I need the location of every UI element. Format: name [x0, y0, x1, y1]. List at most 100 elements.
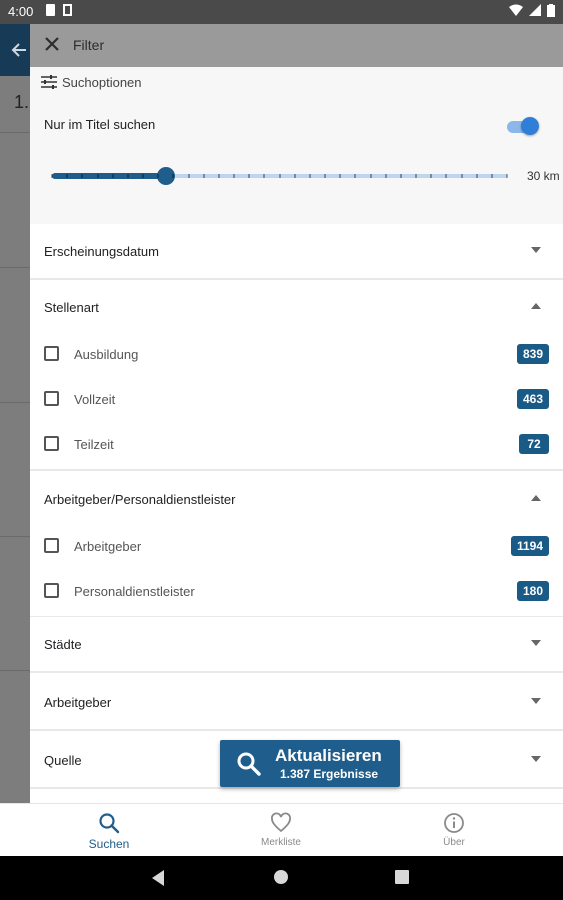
title-only-label: Nur im Titel suchen [44, 117, 156, 132]
slider-tick [370, 174, 372, 178]
filter-item-vollzeit[interactable]: Vollzeit 463 [30, 379, 563, 424]
search-icon [99, 813, 120, 834]
system-recents-button[interactable] [395, 870, 409, 884]
filter-sheet: Filter Suchoptionen Nur im Titel suchen … [30, 24, 563, 803]
slider-tick [279, 174, 281, 178]
slider-tick [309, 174, 311, 178]
section-header-arbeitgeber-personaldienstleister[interactable]: Arbeitgeber/Personaldienstleister [30, 472, 563, 526]
filter-item-personaldienstleister[interactable]: Personaldienstleister 180 [30, 571, 563, 616]
slider-tick [491, 174, 493, 178]
update-results-button[interactable]: Aktualisieren 1.387 Ergebnisse [220, 740, 400, 787]
close-icon [45, 37, 59, 51]
slider-tick [400, 174, 402, 178]
search-icon [235, 750, 263, 778]
count-badge: 839 [516, 344, 549, 364]
info-icon [444, 813, 464, 833]
radius-slider[interactable] [51, 165, 508, 187]
slider-tick [218, 174, 220, 178]
slider-tick [430, 174, 432, 178]
slider-tick [461, 174, 463, 178]
section-arbeitgeber: Arbeitgeber [30, 675, 563, 731]
search-options-panel: Suchoptionen Nur im Titel suchen [30, 67, 563, 224]
chevron-up-icon [531, 495, 541, 501]
status-time: 4:00 [8, 4, 34, 19]
section-arbeitgeber-personaldienstleister: Arbeitgeber/Personaldienstleister Arbeit… [30, 472, 563, 618]
battery-icon [547, 4, 555, 17]
close-filter-button[interactable] [42, 34, 62, 54]
filter-header: Filter [30, 24, 563, 67]
slider-tick [112, 174, 114, 178]
chevron-up-icon [531, 303, 541, 309]
checkbox[interactable] [44, 436, 59, 451]
section-header-stellenart[interactable]: Stellenart [30, 280, 563, 334]
filter-item-arbeitgeber[interactable]: Arbeitgeber 1194 [30, 526, 563, 571]
checkbox[interactable] [44, 346, 59, 361]
slider-tick [81, 174, 83, 178]
section-label: Arbeitgeber/Personaldienstleister [44, 492, 236, 507]
count-badge: 463 [516, 389, 549, 409]
filter-item-teilzeit[interactable]: Teilzeit 72 [30, 424, 563, 469]
notification-icon [46, 4, 55, 16]
filter-item-label: Arbeitgeber [74, 539, 142, 554]
filter-item-ausbildung[interactable]: Ausbildung 839 [30, 334, 563, 379]
title-only-toggle[interactable] [505, 117, 539, 135]
section-label: Quelle [44, 753, 82, 768]
nav-bookmarks[interactable]: Merkliste [241, 812, 321, 848]
slider-tick [506, 174, 508, 178]
system-home-button[interactable] [274, 870, 288, 884]
checkbox[interactable] [44, 583, 59, 598]
slider-tick [294, 174, 296, 178]
slider-tick [339, 174, 341, 178]
slider-tick [157, 174, 159, 178]
signal-icon [529, 4, 541, 16]
slider-tick [445, 174, 447, 178]
checkbox[interactable] [44, 391, 59, 406]
count-badge: 72 [519, 434, 549, 454]
slider-tick [324, 174, 326, 178]
section-header-erscheinungsdatum[interactable]: Erscheinungsdatum [30, 224, 563, 278]
background-appbar [0, 24, 30, 76]
system-back-button[interactable] [152, 870, 164, 886]
section-header-arbeitgeber[interactable]: Arbeitgeber [30, 675, 563, 729]
count-badge: 1194 [510, 536, 549, 556]
filter-title: Filter [73, 37, 105, 53]
search-options-label: Suchoptionen [62, 74, 142, 90]
nav-label: Suchen [88, 837, 130, 851]
status-bar: 4:00 [0, 0, 563, 24]
section-label: Erscheinungsdatum [44, 244, 159, 259]
slider-tick [385, 174, 387, 178]
filter-item-label: Vollzeit [74, 392, 116, 407]
section-label: Städte [44, 637, 82, 652]
tune-icon [41, 75, 57, 89]
section-staedte: Städte [30, 617, 563, 673]
update-button-label: Aktualisieren [275, 746, 382, 765]
slider-tick [354, 174, 356, 178]
filter-item-label: Teilzeit [74, 437, 114, 452]
nav-label: Über [443, 837, 465, 848]
slider-tick [248, 174, 250, 178]
slider-tick [415, 174, 417, 178]
back-arrow-icon [11, 43, 26, 57]
chevron-down-icon [531, 756, 541, 762]
radius-value: 30 km [527, 169, 560, 183]
filter-item-label: Ausbildung [74, 347, 139, 362]
system-navigation-bar [0, 856, 563, 900]
app-notification-icon [63, 4, 72, 16]
nav-about[interactable]: Über [414, 812, 494, 848]
heart-icon [271, 812, 291, 833]
section-label: Arbeitgeber [44, 695, 112, 710]
results-count: 1.387 Ergebnisse [280, 767, 379, 781]
count-badge: 180 [516, 581, 549, 601]
slider-tick [51, 174, 53, 178]
chevron-down-icon [531, 698, 541, 704]
slider-tick [97, 174, 99, 178]
section-label: Stellenart [44, 300, 99, 315]
section-header-staedte[interactable]: Städte [30, 617, 563, 671]
wifi-icon [509, 4, 523, 16]
checkbox[interactable] [44, 538, 59, 553]
nav-search[interactable]: Suchen [69, 812, 149, 851]
slider-tick [127, 174, 129, 178]
bottom-navigation: Suchen Merkliste Über [0, 803, 563, 857]
section-stellenart: Stellenart Ausbildung 839 Vollzeit 463 T… [30, 280, 563, 471]
nav-label: Merkliste [260, 837, 301, 848]
